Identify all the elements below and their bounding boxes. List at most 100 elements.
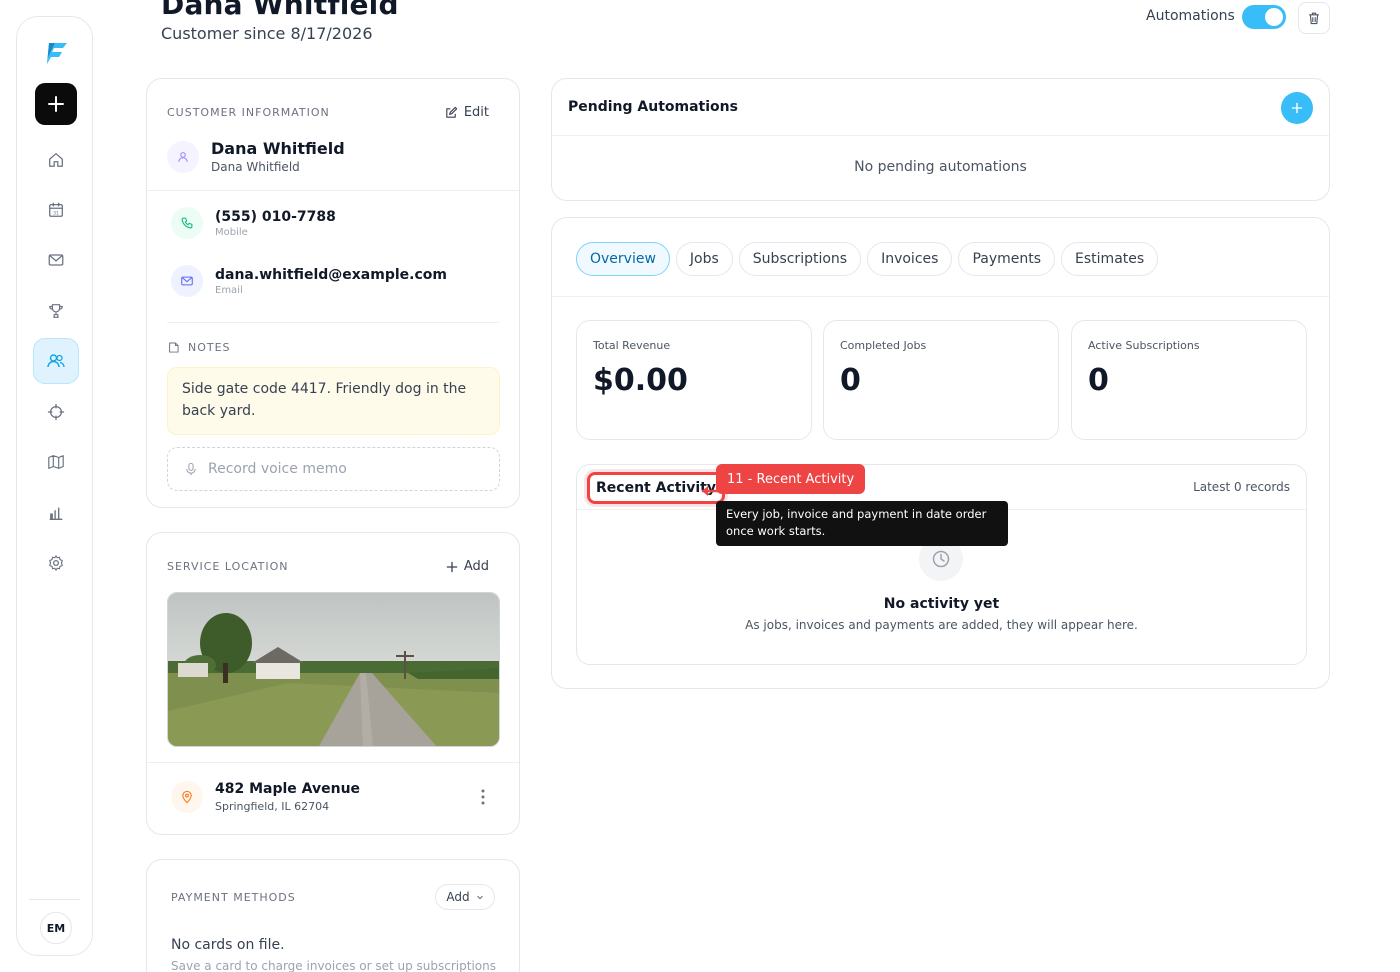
stat-label: Completed Jobs [840, 339, 927, 352]
trophy-icon [49, 304, 63, 318]
bar-chart-icon [49, 507, 63, 520]
street-view-image[interactable] [167, 592, 500, 747]
email-icon-wrap [171, 265, 203, 297]
divider [147, 190, 519, 191]
no-pending-automations-text: No pending automations [854, 159, 1027, 175]
tour-step-badge: 11 - Recent Activity [716, 464, 866, 494]
customer-name-row: Dana Whitfield Dana Whitfield [167, 139, 345, 174]
edit-icon [446, 106, 457, 118]
email-row[interactable]: dana.whitfield@example.com Email [171, 265, 447, 297]
customer-name-sub: Dana Whitfield [211, 160, 300, 174]
user-icon [178, 151, 188, 162]
tab-overview[interactable]: Overview [576, 242, 670, 276]
stat-label: Active Subscriptions [1088, 339, 1200, 352]
page-subtitle: Customer since 8/17/2026 [161, 24, 373, 43]
sidebar-item-home[interactable] [33, 137, 79, 183]
create-new-button[interactable] [35, 83, 77, 125]
edit-customer-button[interactable]: Edit [444, 105, 489, 120]
no-activity-text: No activity yet [883, 596, 1000, 612]
sidebar-item-rewards[interactable] [33, 288, 79, 334]
location-pin-icon [182, 790, 192, 804]
record-voice-memo-button[interactable]: Record voice memo [167, 447, 500, 491]
tab-jobs[interactable]: Jobs [675, 242, 733, 276]
divider [147, 762, 519, 763]
notes-text[interactable]: Side gate code 4417. Friendly dog in the… [167, 367, 500, 435]
customer-name: Dana Whitfield [211, 139, 345, 158]
notes-label: NOTES [188, 341, 231, 354]
stat-value: $0.00 [593, 363, 688, 398]
gear-icon [49, 555, 63, 571]
address-row[interactable]: 482 Maple Avenue Springfield, IL 62704 [171, 781, 360, 813]
tab-subscriptions[interactable]: Subscriptions [738, 242, 862, 276]
sidebar-item-calendar[interactable]: 31 [33, 187, 79, 233]
plus-icon [446, 561, 457, 572]
address-city: Springfield, IL 62704 [215, 800, 330, 813]
stat-active-subscriptions: Active Subscriptions 0 [1071, 320, 1307, 440]
phone-icon [181, 217, 193, 229]
microphone-icon [186, 462, 196, 476]
tour-tooltip: Every job, invoice and payment in date o… [716, 501, 1008, 546]
divider [167, 322, 499, 323]
stat-value: 0 [1088, 363, 1109, 398]
home-icon [49, 153, 63, 167]
add-location-button[interactable]: Add [446, 559, 489, 574]
toggle-knob [1265, 8, 1283, 26]
app-logo-icon[interactable] [41, 37, 71, 67]
recent-activity-count: Latest 0 records [1193, 480, 1290, 494]
notes-header: NOTES [167, 341, 231, 354]
stat-value: 0 [840, 363, 861, 398]
sidebar-item-map[interactable] [33, 439, 79, 485]
plus-icon [48, 96, 64, 112]
stat-total-revenue: Total Revenue $0.00 [576, 320, 812, 440]
phone-row[interactable]: (555) 010-7788 Mobile [171, 207, 336, 239]
add-payment-method-button[interactable]: Add [435, 884, 495, 910]
sidebar-divider [29, 899, 80, 900]
add-location-label: Add [463, 559, 489, 574]
mail-icon [181, 276, 193, 286]
tab-payments[interactable]: Payments [958, 242, 1056, 276]
page-title: Dana Whitfield [161, 0, 399, 21]
plus-icon [1291, 102, 1303, 114]
automations-label: Automations [1146, 8, 1235, 24]
tab-invoices[interactable]: Invoices [867, 242, 953, 276]
user-avatar[interactable]: EM [40, 912, 72, 944]
pending-automations-title: Pending Automations [568, 99, 738, 115]
tab-bar: Overview Jobs Subscriptions Invoices Pay… [576, 242, 1159, 276]
delete-customer-button[interactable] [1298, 2, 1330, 34]
payment-methods-card: PAYMENT METHODS Add No cards on file. Sa… [146, 859, 520, 972]
address-street: 482 Maple Avenue [215, 781, 361, 797]
customer-avatar [167, 140, 199, 173]
trash-icon [1309, 12, 1319, 25]
voice-memo-label: Record voice memo [208, 461, 347, 477]
no-activity-subtext: As jobs, invoices and payments are added… [745, 618, 1138, 632]
recent-activity-card: Recent Activity Latest 0 records No acti… [576, 464, 1307, 665]
sidebar-item-messages[interactable] [33, 237, 79, 283]
divider [552, 296, 1329, 297]
sidebar-item-customers[interactable] [33, 338, 79, 384]
phone-number: (555) 010-7788 [215, 208, 336, 225]
map-icon [48, 455, 64, 469]
add-automation-button[interactable] [1281, 92, 1313, 124]
sidebar-item-settings[interactable] [33, 540, 79, 586]
phone-type: Mobile [215, 226, 248, 238]
location-pin-icon-wrap [171, 781, 203, 813]
crosshair-icon [47, 403, 65, 421]
address-menu-button[interactable] [481, 789, 485, 809]
automations-toggle[interactable] [1242, 5, 1286, 29]
email-address: dana.whitfield@example.com [215, 266, 447, 283]
note-icon [169, 342, 179, 353]
users-icon [47, 354, 65, 368]
mail-icon [48, 254, 64, 266]
sidebar-item-reports[interactable] [33, 490, 79, 536]
tab-estimates[interactable]: Estimates [1061, 242, 1159, 276]
payment-methods-label: PAYMENT METHODS [171, 891, 296, 904]
service-location-card: SERVICE LOCATION Add 482 Maple Avenue Sp… [146, 532, 520, 835]
no-cards-subtext: Save a card to charge invoices or set up… [171, 959, 496, 972]
sidebar-item-dispatch[interactable] [33, 389, 79, 435]
sidebar: 31 EM [16, 16, 93, 956]
customer-overview-card: Overview Jobs Subscriptions Invoices Pay… [551, 217, 1330, 689]
calendar-icon: 31 [49, 202, 63, 217]
svg-text:31: 31 [53, 211, 59, 217]
email-type: Email [215, 284, 243, 296]
chevron-down-icon [476, 895, 483, 900]
